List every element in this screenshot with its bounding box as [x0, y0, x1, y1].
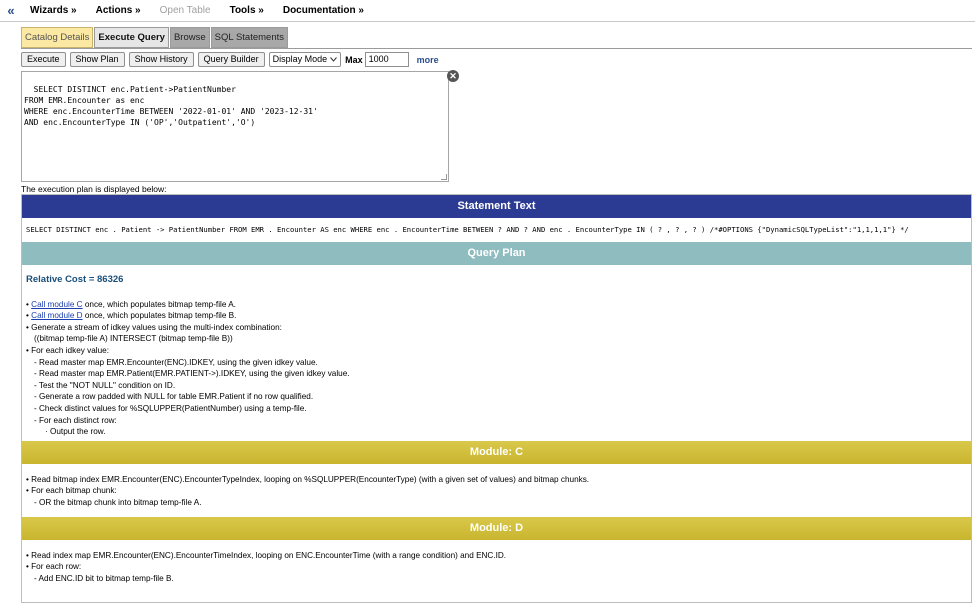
query-toolbar: Execute Show Plan Show History Query Bui… — [21, 52, 439, 67]
plan-line: - Check distinct values for %SQLUPPER(Pa… — [34, 403, 307, 413]
plan-line: - Read master map EMR.Patient(EMR.PATIEN… — [34, 369, 350, 379]
query-plan-header: Query Plan — [22, 242, 971, 265]
menu-wizards[interactable]: Wizards » — [30, 5, 77, 16]
display-mode-select[interactable]: Display Mode — [268, 52, 342, 67]
menu-documentation[interactable]: Documentation » — [283, 5, 364, 16]
call-module-d-link[interactable]: Call module D — [31, 311, 82, 320]
tab-strip: Catalog Details Execute Query Browse SQL… — [21, 27, 289, 48]
plan-line: ((bitmap temp-file A) INTERSECT (bitmap … — [34, 334, 233, 344]
chevron-down-icon — [330, 57, 338, 62]
menu-tools[interactable]: Tools » — [230, 5, 264, 16]
module-line: • For each bitmap chunk: — [26, 486, 117, 496]
clear-query-icon[interactable]: ✕ — [447, 70, 459, 82]
max-rows-label: Max — [345, 54, 363, 65]
module-line: • Read index map EMR.Encounter(ENC).Enco… — [26, 550, 507, 560]
collapse-sidebar-icon[interactable]: « — [2, 3, 20, 18]
module-d-header: Module: D — [22, 516, 971, 540]
module-c-body: • Read bitmap index EMR.Encounter(ENC).E… — [22, 464, 971, 517]
plan-line: - Read master map EMR.Encounter(ENC).IDK… — [34, 357, 318, 367]
tab-execute-query[interactable]: Execute Query — [94, 27, 169, 48]
top-menu-bar: « Wizards » Actions » Open Table Tools »… — [0, 0, 975, 22]
execute-button[interactable]: Execute — [21, 52, 66, 67]
plan-note: The execution plan is displayed below: — [21, 184, 167, 194]
tab-browse[interactable]: Browse — [169, 27, 210, 48]
module-line: • Read bitmap index EMR.Encounter(ENC).E… — [26, 474, 590, 484]
show-plan-button[interactable]: Show Plan — [69, 52, 125, 67]
plan-line: - Test the "NOT NULL" condition on ID. — [34, 380, 176, 390]
statement-text: SELECT DISTINCT enc . Patient -> Patient… — [26, 225, 909, 234]
tab-divider — [21, 48, 972, 49]
statement-text-header: Statement Text — [22, 195, 971, 218]
module-line: - OR the bitmap chunk into bitmap temp-f… — [34, 497, 202, 507]
menu-actions[interactable]: Actions » — [96, 5, 141, 16]
relative-cost: Relative Cost = 86326 — [26, 274, 124, 285]
query-plan-body: Relative Cost = 86326 • Call module C on… — [22, 274, 971, 438]
plan-line: • Generate a stream of idkey values usin… — [26, 322, 282, 332]
plan-line: • For each idkey value: — [26, 345, 109, 355]
plan-line: - For each distinct row: — [34, 415, 117, 425]
plan-line: • Call module D once, which populates bi… — [26, 311, 237, 321]
call-module-c-link[interactable]: Call module C — [31, 300, 82, 309]
plan-line-text: once, which populates bitmap temp-file A… — [82, 299, 236, 309]
tab-catalog-details[interactable]: Catalog Details — [21, 27, 94, 48]
resize-handle-icon[interactable] — [441, 174, 447, 180]
show-history-button[interactable]: Show History — [128, 52, 194, 67]
plan-line: • Call module C once, which populates bi… — [26, 299, 236, 309]
plan-line: · Output the row. — [45, 427, 106, 437]
display-mode-value: Display Mode — [272, 54, 328, 64]
module-line: - Add ENC.ID bit to bitmap temp-file B. — [34, 573, 174, 583]
max-rows-input[interactable]: 1000 — [364, 52, 409, 67]
sql-text: SELECT DISTINCT enc.Patient->PatientNumb… — [24, 85, 318, 127]
plan-panel: Statement Text SELECT DISTINCT enc . Pat… — [21, 194, 972, 603]
more-link[interactable]: more — [417, 55, 439, 65]
tab-sql-statements[interactable]: SQL Statements — [210, 27, 289, 48]
module-c-header: Module: C — [22, 440, 971, 464]
module-line: • For each row: — [26, 562, 82, 572]
plan-line: - Generate a row padded with NULL for ta… — [34, 392, 314, 402]
menu-open-table: Open Table — [159, 5, 211, 16]
module-d-body: • Read index map EMR.Encounter(ENC).Enco… — [22, 540, 971, 593]
sql-editor[interactable]: SELECT DISTINCT enc.Patient->PatientNumb… — [21, 71, 449, 182]
query-builder-button[interactable]: Query Builder — [197, 52, 265, 67]
plan-line-text: once, which populates bitmap temp-file B… — [82, 311, 237, 321]
